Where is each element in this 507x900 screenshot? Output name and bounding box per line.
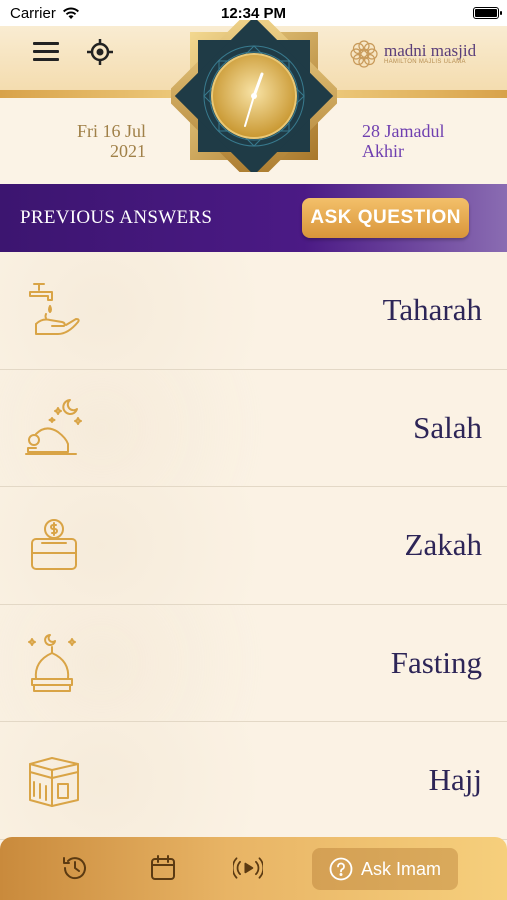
category-item-fasting[interactable]: Fasting [0, 604, 507, 722]
battery-icon [473, 7, 502, 19]
category-list: Taharah Salah Zakah Fasting Hajj [0, 252, 507, 840]
category-label: Zakah [404, 527, 482, 563]
category-item-hajj[interactable]: Hajj [0, 722, 507, 840]
answers-bar: PREVIOUS ANSWERS ASK QUESTION [0, 184, 507, 252]
ornamental-clock [163, 5, 345, 187]
status-time: 12:34 PM [220, 4, 287, 22]
logo-flower-icon [350, 40, 378, 68]
bottom-nav: Ask Imam [0, 837, 507, 900]
gregorian-date-line1: Fri 16 Jul [76, 121, 146, 141]
hijri-date-line1: 28 Jamadul [362, 121, 445, 141]
ask-question-button[interactable]: ASK QUESTION [302, 198, 469, 238]
category-item-zakah[interactable]: Zakah [0, 487, 507, 605]
carrier-label: Carrier [10, 4, 56, 22]
previous-answers-button[interactable]: PREVIOUS ANSWERS [20, 207, 212, 229]
category-label: Taharah [382, 292, 482, 328]
category-label: Hajj [428, 762, 482, 798]
ask-imam-button[interactable]: Ask Imam [312, 848, 458, 890]
kaaba-icon [29, 757, 79, 808]
prayer-icon [25, 398, 82, 455]
logo-subtext: HAMILTON MAJLIS ULAMA [384, 59, 466, 65]
logo: madni masjid HAMILTON MAJLIS ULAMA [348, 38, 476, 70]
hijri-date: 28 Jamadul Akhir [362, 121, 482, 161]
charity-box-icon [31, 519, 77, 571]
logo-text: madni masjid [384, 41, 477, 60]
tap-hand-icon [29, 283, 80, 336]
hijri-date-line2: Akhir [362, 141, 404, 161]
gregorian-date-line2: 2021 [110, 141, 146, 161]
broadcast-icon[interactable] [233, 853, 263, 883]
category-item-taharah[interactable]: Taharah [0, 252, 507, 370]
category-item-salah[interactable]: Salah [0, 369, 507, 487]
mosque-dome-icon [28, 633, 76, 692]
question-icon [329, 857, 353, 881]
ask-imam-label: Ask Imam [360, 858, 441, 879]
history-icon[interactable] [60, 853, 90, 883]
status-left: Carrier [10, 5, 80, 22]
header: madni masjid HAMILTON MAJLIS ULAMA Fri 1… [0, 5, 507, 187]
menu-icon[interactable] [33, 42, 59, 64]
location-icon[interactable] [86, 38, 114, 66]
wifi-icon [62, 6, 79, 19]
calendar-icon[interactable] [148, 853, 178, 883]
gregorian-date: Fri 16 Jul 2021 [60, 121, 146, 161]
category-label: Salah [413, 409, 482, 445]
category-label: Fasting [390, 644, 482, 680]
